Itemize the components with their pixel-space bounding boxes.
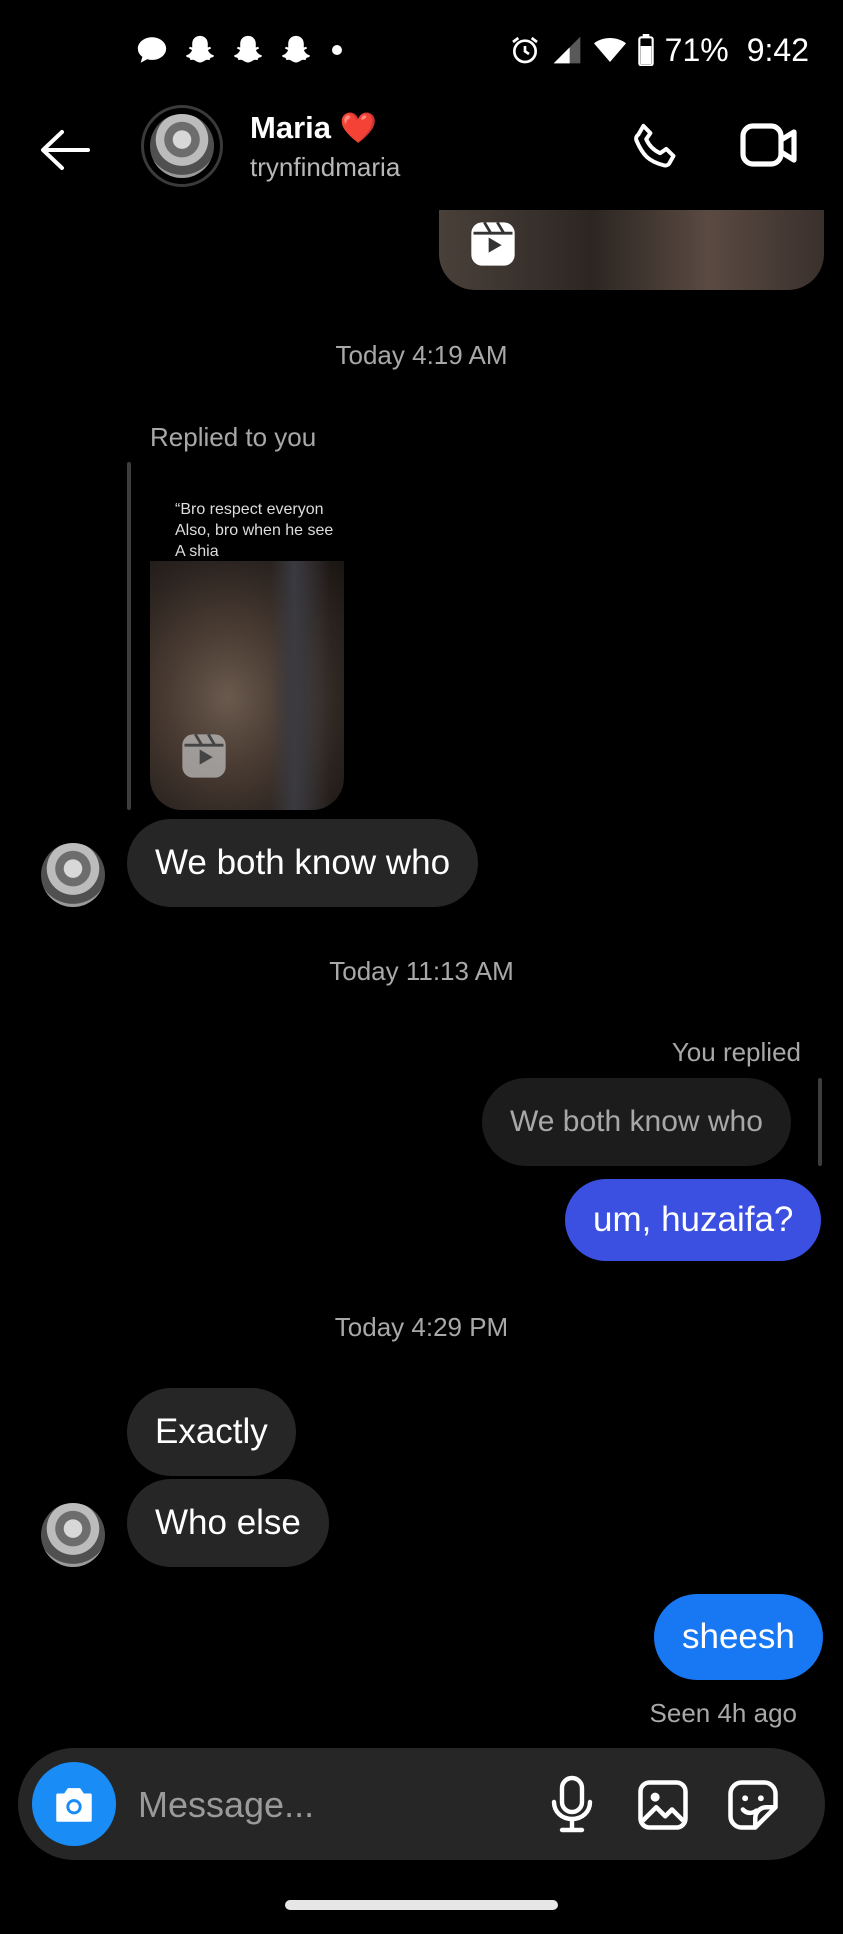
time-divider: Today 11:13 AM — [329, 956, 514, 986]
status-bar: 71% 9:42 — [0, 0, 843, 100]
sticker-icon[interactable] — [726, 1778, 780, 1832]
camera-icon — [56, 1788, 92, 1822]
reel-caption: “Bro respect everyon Also, bro when he s… — [175, 501, 334, 560]
reels-icon — [471, 221, 515, 266]
microphone-icon[interactable] — [548, 1774, 596, 1834]
avatar[interactable] — [41, 1503, 105, 1567]
reply-quote-bar — [127, 462, 131, 810]
snapchat-icon — [282, 35, 310, 63]
signal-icon — [553, 36, 581, 64]
message-bubble[interactable]: sheesh — [654, 1594, 823, 1680]
message-composer — [18, 1748, 825, 1860]
notification-icons — [135, 30, 347, 70]
home-indicator[interactable] — [285, 1900, 558, 1910]
clock: 9:42 — [746, 31, 809, 68]
replied-reel[interactable]: “Bro respect everyon Also, bro when he s… — [150, 485, 344, 810]
contact-avatar-ring[interactable] — [141, 105, 223, 187]
you-replied-label: You replied — [671, 1037, 801, 1067]
shared-reel-top[interactable] — [439, 210, 824, 290]
camera-button[interactable] — [32, 1762, 116, 1846]
contact-username: trynfindmaria — [250, 152, 401, 182]
message-bubble[interactable]: um, huzaifa? — [565, 1179, 822, 1261]
message-bubble[interactable]: Exactly — [127, 1388, 296, 1476]
chat-header — [0, 100, 843, 210]
avatar — [150, 114, 214, 178]
time-divider: Today 4:19 AM — [335, 340, 508, 370]
snapchat-icon — [234, 35, 262, 63]
snapchat-icon — [186, 35, 214, 63]
quoted-message[interactable]: We both know who — [482, 1078, 791, 1166]
reply-quote-bar — [818, 1078, 822, 1166]
battery-percent: 71% — [664, 31, 729, 68]
avatar[interactable] — [41, 843, 105, 907]
gallery-icon[interactable] — [636, 1778, 690, 1832]
contact-name[interactable]: Maria ❤️ — [250, 110, 377, 146]
phone-icon[interactable] — [628, 120, 684, 176]
replied-to-you-label: Replied to you — [150, 422, 317, 452]
system-status: 71% 9:42 — [509, 22, 809, 78]
message-bubble[interactable]: Who else — [127, 1479, 329, 1567]
dot-icon — [332, 45, 342, 55]
heart-icon: ❤️ — [339, 112, 377, 145]
time-divider: Today 4:29 PM — [334, 1312, 509, 1342]
message-bubble[interactable]: We both know who — [127, 819, 479, 907]
battery-icon — [637, 34, 654, 66]
message-input[interactable] — [136, 1774, 540, 1836]
reels-icon — [182, 733, 226, 778]
video-icon[interactable] — [740, 120, 798, 172]
alarm-icon — [511, 36, 538, 64]
back-arrow-icon[interactable] — [38, 128, 90, 172]
wifi-icon — [593, 38, 626, 62]
seen-status: Seen 4h ago — [649, 1698, 797, 1728]
message-icon — [137, 37, 167, 63]
